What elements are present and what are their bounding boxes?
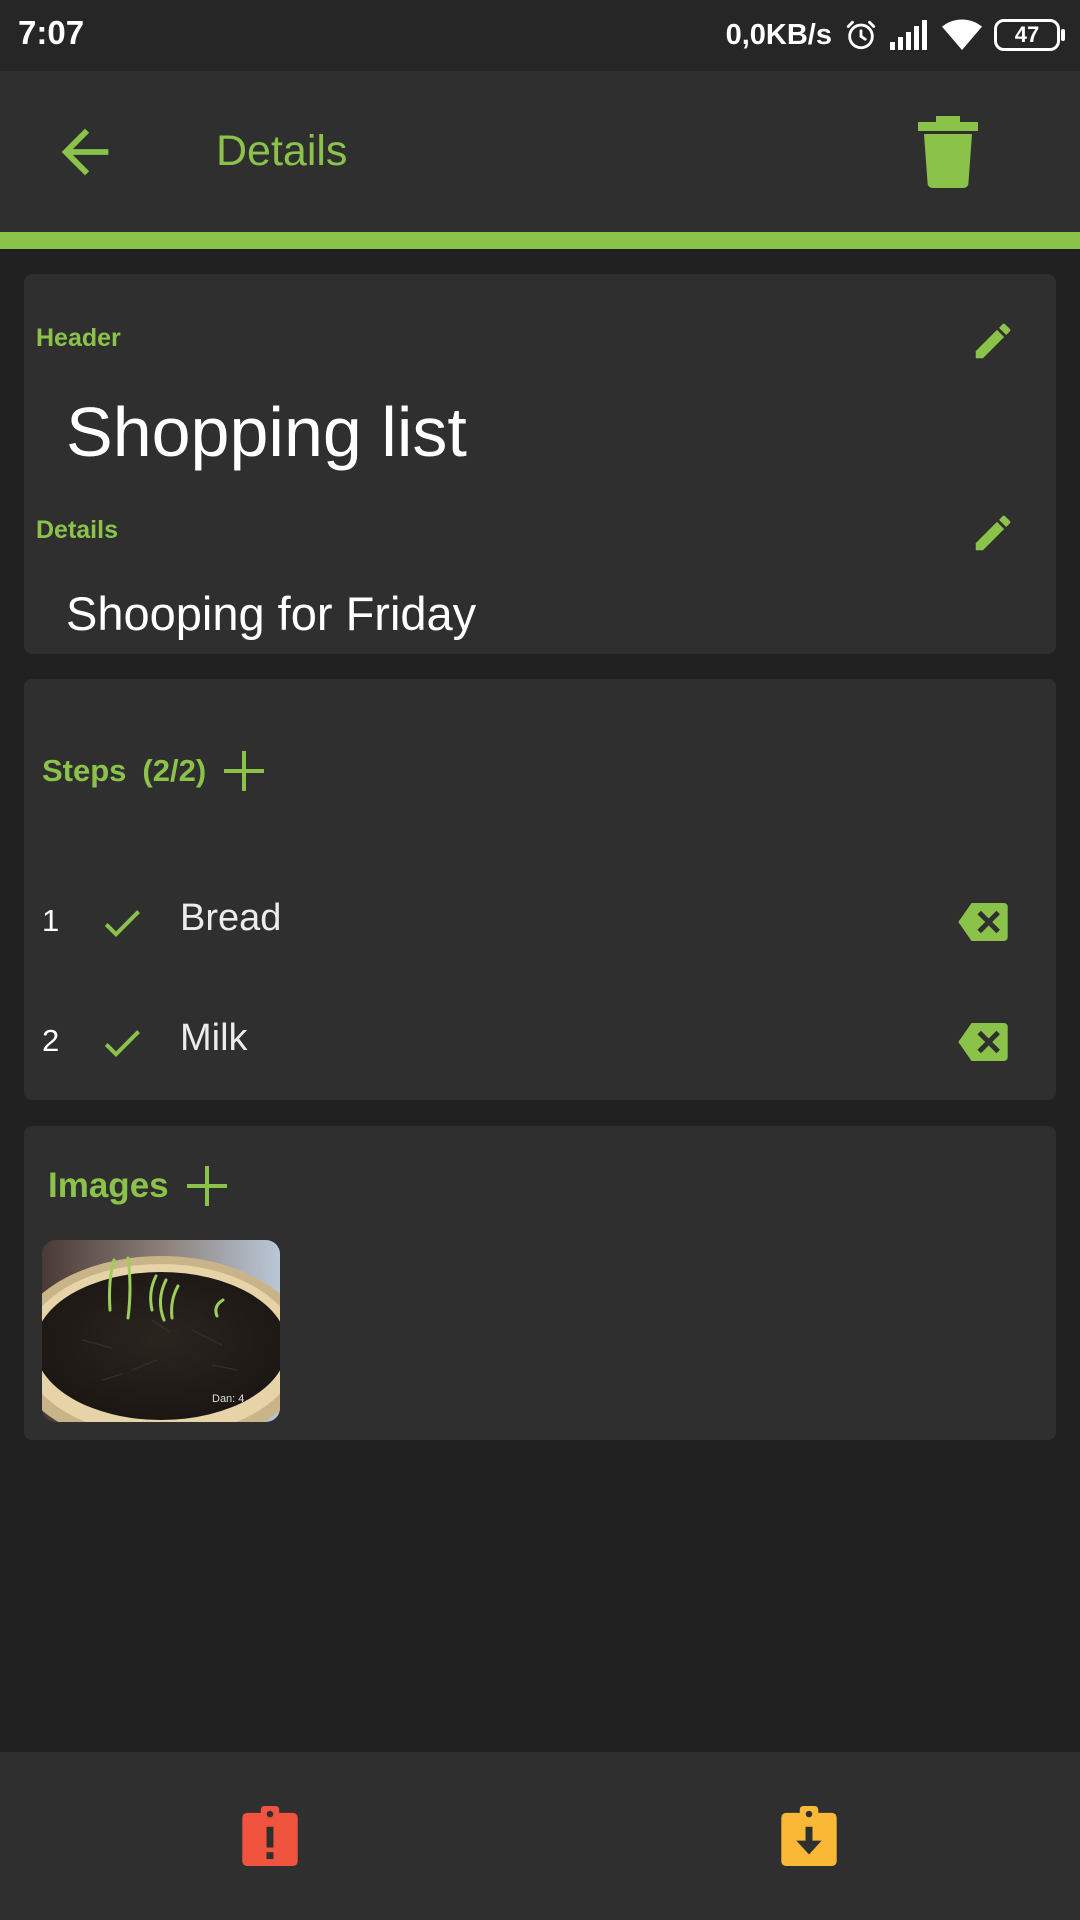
status-icons: 0,0KB/s 47 <box>725 12 1065 58</box>
status-time: 7:07 <box>18 14 85 51</box>
step-number: 2 <box>42 1023 60 1058</box>
signal-icon <box>890 20 927 50</box>
backspace-delete-icon[interactable] <box>958 1023 1008 1061</box>
alarm-icon <box>846 20 876 50</box>
step-text[interactable]: Milk <box>180 1017 248 1060</box>
steps-count: (2/2) <box>142 753 207 788</box>
steps-header: Steps (2/2) <box>42 747 268 795</box>
header-card: Header Shopping list Details Shooping fo… <box>24 274 1056 654</box>
add-image-icon[interactable] <box>183 1162 231 1210</box>
status-bar: 7:07 0,0KB/s 47 <box>0 0 1080 71</box>
details-label: Details <box>36 516 118 544</box>
edit-details-icon[interactable] <box>970 510 1016 556</box>
step-text[interactable]: Bread <box>180 897 281 940</box>
clipboard-download-icon[interactable] <box>780 1806 838 1866</box>
edit-header-icon[interactable] <box>970 318 1016 364</box>
page-title: Details <box>216 127 348 175</box>
arrow-back-icon[interactable] <box>50 117 120 187</box>
details-text: Shooping for Friday <box>66 587 477 640</box>
network-speed: 0,0KB/s <box>725 18 832 51</box>
header-label: Header <box>36 324 121 352</box>
image-caption: Dan: 4 <box>212 1393 244 1405</box>
backspace-delete-icon[interactable] <box>958 903 1008 941</box>
add-step-icon[interactable] <box>220 747 268 795</box>
check-icon[interactable] <box>98 899 146 947</box>
wifi-icon <box>942 19 982 50</box>
images-label: Images <box>48 1166 169 1205</box>
steps-card: Steps (2/2) 1 Bread 2 Milk <box>24 679 1056 1100</box>
clipboard-alert-icon[interactable] <box>241 1806 299 1866</box>
step-row[interactable]: 1 Bread <box>24 883 1056 963</box>
progress-accent-line <box>0 232 1080 249</box>
bottom-bar <box>0 1752 1080 1920</box>
steps-label: Steps <box>42 753 127 788</box>
app-bar: Details <box>0 71 1080 232</box>
plant-pot-photo: Dan: 4 <box>42 1240 280 1422</box>
check-icon[interactable] <box>98 1019 146 1067</box>
trash-icon[interactable] <box>918 116 978 188</box>
list-title: Shopping list <box>66 393 467 471</box>
step-number: 1 <box>42 903 60 938</box>
images-header: Images <box>48 1162 231 1210</box>
battery-icon: 47 <box>994 19 1065 51</box>
step-row[interactable]: 2 Milk <box>24 1003 1056 1083</box>
images-card: Images Dan: 4 <box>24 1126 1056 1440</box>
image-thumbnail[interactable]: Dan: 4 <box>42 1240 280 1422</box>
